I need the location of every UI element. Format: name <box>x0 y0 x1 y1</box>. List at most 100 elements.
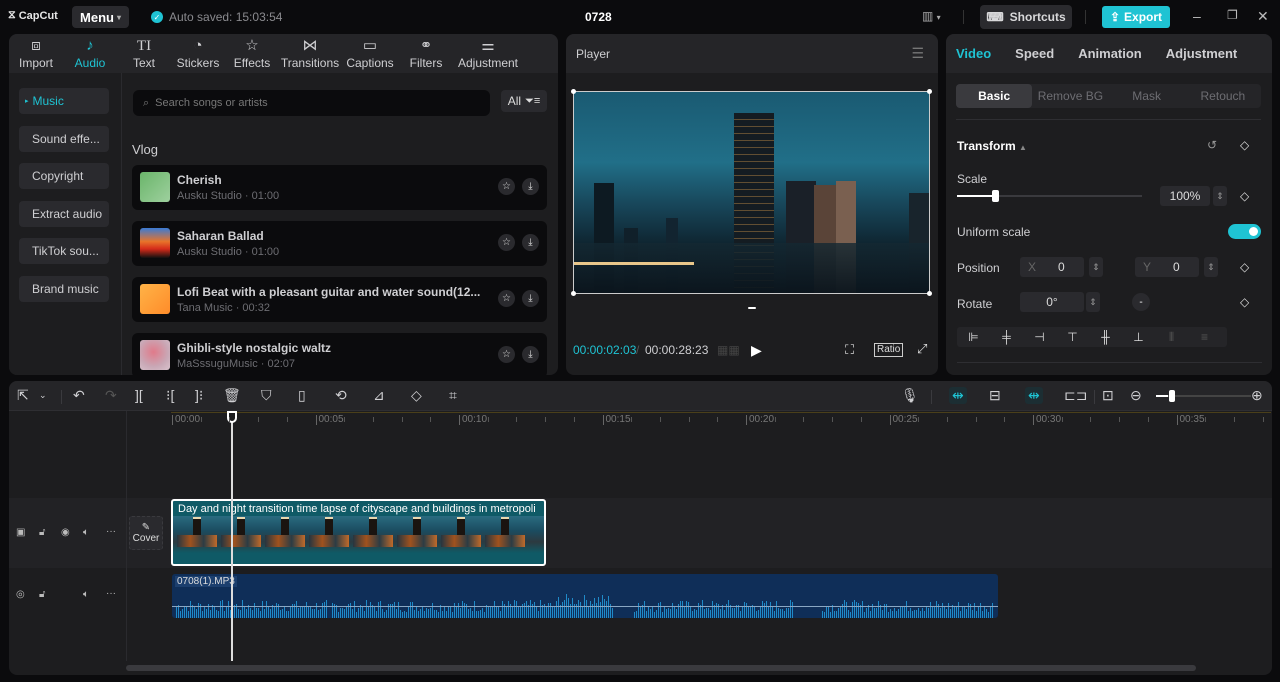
more-icon[interactable]: ··· <box>106 526 116 537</box>
rotate-handle[interactable] <box>748 307 756 309</box>
sidebar-item-brand-music[interactable]: Brand music <box>19 276 109 302</box>
menu-button[interactable]: Menu ▾ <box>72 6 129 28</box>
zoom-fit-icon[interactable]: ⛶ <box>845 342 854 358</box>
subtab-remove-bg[interactable]: Remove BG <box>1032 84 1108 108</box>
split-icon[interactable]: ][ <box>135 387 143 403</box>
horizontal-scrollbar[interactable] <box>126 665 1196 671</box>
video-clip[interactable]: Day and night transition time lapse of c… <box>171 499 546 566</box>
hamburger-menu-icon[interactable]: ☰ <box>911 45 924 62</box>
position-y-input[interactable]: Y0 <box>1135 257 1199 277</box>
tab-filters[interactable]: ⚭ Filters <box>399 34 453 73</box>
microphone-icon[interactable]: 🎙︎ <box>901 387 919 404</box>
resize-handle[interactable] <box>927 89 932 94</box>
resize-handle[interactable] <box>927 291 932 296</box>
stepper-icon[interactable]: ⇕ <box>1089 257 1103 277</box>
marker-icon[interactable]: ⛉ <box>261 387 272 404</box>
tab-effects[interactable]: ☆ Effects <box>225 34 279 73</box>
download-icon[interactable]: ⤓ <box>522 234 539 251</box>
song-item[interactable]: Ghibli-style nostalgic waltz MaSssuguMus… <box>132 333 547 375</box>
split-left-icon[interactable]: ⁝[ <box>166 387 174 404</box>
eye-icon[interactable]: ◉ <box>61 527 70 538</box>
keyframe-diamond-icon[interactable]: ◇ <box>1240 189 1249 203</box>
mirror-icon[interactable]: ⊿ <box>373 387 385 404</box>
tab-stickers[interactable]: ◔ Stickers <box>171 34 225 73</box>
rotate-icon[interactable]: ◇ <box>411 387 422 404</box>
lock-icon[interactable]: 🔓︎ <box>39 527 45 538</box>
position-x-input[interactable]: X0 <box>1020 257 1084 277</box>
redo-icon[interactable]: ↷ <box>105 387 117 404</box>
download-icon[interactable]: ⤓ <box>522 290 539 307</box>
stepper-icon[interactable]: ⇕ <box>1204 257 1218 277</box>
tab-speed[interactable]: Speed <box>1015 46 1054 61</box>
grid-icon[interactable]: ▦▦ <box>717 343 740 357</box>
distribute-v-icon[interactable]: ≡ <box>1188 330 1221 344</box>
undo-icon[interactable]: ↶ <box>73 387 85 404</box>
tab-text[interactable]: TI Text <box>117 34 171 73</box>
speaker-icon[interactable]: 🔈︎ <box>83 589 89 600</box>
volume-line[interactable] <box>172 606 998 607</box>
linkage-icon[interactable]: ⇹ <box>1025 387 1043 404</box>
scale-slider-handle[interactable] <box>992 190 999 202</box>
keyframe-diamond-icon[interactable]: ◇ <box>1240 138 1249 152</box>
reset-icon[interactable]: ↺ <box>1207 138 1217 152</box>
speaker-icon[interactable]: 🔈︎ <box>83 527 89 538</box>
tab-adjustment[interactable]: Adjustment <box>1166 46 1238 61</box>
align-right-icon[interactable]: ⊣ <box>1023 330 1056 344</box>
scale-input[interactable]: 100% <box>1160 186 1210 206</box>
reverse-icon[interactable]: ⟲ <box>335 387 347 404</box>
audio-clip[interactable]: 0708(1).MP3 <box>172 574 998 618</box>
tab-animation[interactable]: Animation <box>1078 46 1142 61</box>
stepper-icon[interactable]: ⇕ <box>1213 186 1227 206</box>
rotate-dial[interactable]: - <box>1132 293 1150 311</box>
subtab-retouch[interactable]: Retouch <box>1185 84 1261 108</box>
favorite-star-icon[interactable]: ☆ <box>498 178 515 195</box>
split-preview-icon[interactable]: ⊏⊐ <box>1064 387 1087 404</box>
keyframe-diamond-icon[interactable]: ◇ <box>1240 260 1249 274</box>
restore-icon[interactable]: ❐ <box>1227 8 1238 22</box>
delete-icon[interactable]: 🗑︎ <box>223 387 241 404</box>
tab-import[interactable]: ⧈ Import <box>9 34 63 73</box>
favorite-star-icon[interactable]: ☆ <box>498 290 515 307</box>
auto-snap-icon[interactable]: ⊟ <box>989 387 1001 404</box>
tab-captions[interactable]: ▭ Captions <box>341 34 399 73</box>
align-center-v-icon[interactable]: ╫ <box>1089 330 1122 344</box>
favorite-star-icon[interactable]: ☆ <box>498 346 515 363</box>
align-center-h-icon[interactable]: ╪ <box>990 330 1023 344</box>
export-button[interactable]: ⇪ Export <box>1102 6 1170 28</box>
split-right-icon[interactable]: ]⁝ <box>195 387 203 404</box>
crop-icon[interactable]: ⌗ <box>449 387 457 404</box>
zoom-out-icon[interactable]: ⊖ <box>1130 387 1142 404</box>
zoom-in-icon[interactable]: ⊕ <box>1251 387 1263 404</box>
rotate-input[interactable]: 0° <box>1020 292 1084 312</box>
sidebar-item-music[interactable]: ▸ Music <box>19 88 109 114</box>
download-icon[interactable]: ⤓ <box>522 346 539 363</box>
zoom-to-fit-icon[interactable]: ⊡ <box>1102 387 1114 404</box>
sidebar-item-copyright[interactable]: Copyright <box>19 163 109 189</box>
cover-button[interactable]: ✎ Cover <box>129 516 163 550</box>
subtab-basic[interactable]: Basic <box>956 84 1033 108</box>
tab-transitions[interactable]: ⋈ Transitions <box>279 34 341 73</box>
freeze-icon[interactable]: ▯ <box>298 387 306 404</box>
search-input[interactable]: ⌕ Search songs or artists <box>133 90 490 116</box>
resize-handle[interactable] <box>571 291 576 296</box>
ratio-button[interactable]: Ratio <box>874 343 904 357</box>
song-item[interactable]: Cherish Ausku Studio · 01:00 ☆ ⤓ <box>132 165 547 210</box>
zoom-slider-handle[interactable] <box>1169 390 1175 402</box>
playhead[interactable] <box>231 411 233 661</box>
select-cursor-icon[interactable]: ⇱ <box>17 387 29 404</box>
main-track-magnet-icon[interactable]: ⇹ <box>949 387 967 404</box>
transform-section-title[interactable]: Transform ▲ <box>957 139 1027 153</box>
song-item[interactable]: Lofi Beat with a pleasant guitar and wat… <box>132 277 547 322</box>
download-icon[interactable]: ⤓ <box>522 178 539 195</box>
distribute-h-icon[interactable]: ⫴ <box>1155 330 1188 345</box>
chevron-down-icon[interactable]: ⌄ <box>39 390 47 401</box>
tab-adjustment[interactable]: ⚌ Adjustment <box>453 34 523 73</box>
sidebar-item-sound-effects[interactable]: Sound effe... <box>19 126 109 152</box>
stepper-icon[interactable]: ⇕ <box>1086 292 1100 312</box>
align-bottom-icon[interactable]: ⊥ <box>1122 330 1155 344</box>
align-top-icon[interactable]: ⊤ <box>1056 330 1089 344</box>
more-icon[interactable]: ··· <box>106 588 116 599</box>
layout-icon[interactable]: ▥ ▾ <box>922 9 941 23</box>
subtab-mask[interactable]: Mask <box>1109 84 1185 108</box>
favorite-star-icon[interactable]: ☆ <box>498 234 515 251</box>
